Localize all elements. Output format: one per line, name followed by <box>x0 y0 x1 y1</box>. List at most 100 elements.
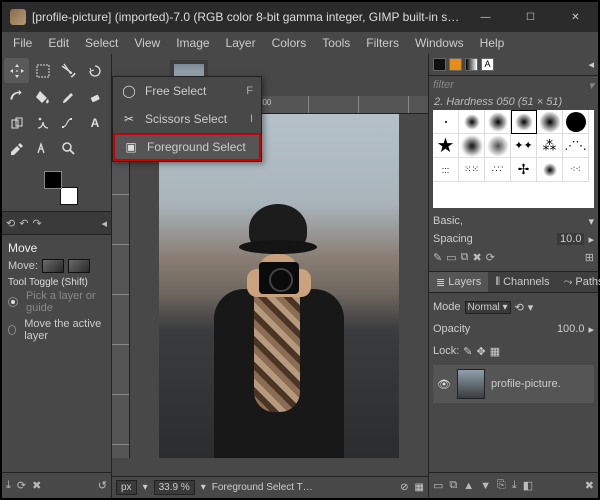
opt-pick-layer[interactable]: Pick a layer or guide <box>8 290 105 314</box>
restore-options-icon[interactable]: ⟳ <box>17 479 26 492</box>
layer-group-icon[interactable]: ⧉ <box>449 479 457 492</box>
brush-filter-field[interactable]: filter ▾ <box>429 76 598 94</box>
fg-color-swatch[interactable] <box>44 171 62 189</box>
menu-image[interactable]: Image <box>169 34 216 52</box>
brush-item[interactable]: ✢ <box>511 158 537 182</box>
color-picker-tool[interactable] <box>4 136 29 161</box>
fg-bg-color-widget[interactable] <box>44 171 78 205</box>
new-brush-icon[interactable]: ▭ <box>446 251 456 264</box>
lock-alpha-icon[interactable]: ▦ <box>490 345 500 358</box>
brush-item[interactable]: ⋰⋱ <box>563 134 589 158</box>
brush-item[interactable] <box>459 110 485 134</box>
reset-options-icon[interactable]: ↺ <box>98 479 107 492</box>
bg-color-swatch[interactable] <box>60 187 78 205</box>
del-brush-icon[interactable]: ✖ <box>472 251 481 264</box>
window-close-button[interactable]: ✕ <box>553 2 598 32</box>
brush-item[interactable] <box>459 134 485 158</box>
gradient-tab-icon[interactable] <box>465 58 478 71</box>
merge-down-icon[interactable]: ⤓ <box>512 479 517 492</box>
tab-menu-icon[interactable]: ◂ <box>101 217 107 230</box>
dup-layer-icon[interactable]: ⎘ <box>497 479 506 492</box>
tab-menu-icon[interactable]: ◂ <box>588 58 594 71</box>
brush-item[interactable] <box>511 110 537 134</box>
paintbrush-tool[interactable] <box>56 84 81 109</box>
submenu-foreground-select[interactable]: ▣Foreground Select <box>113 133 261 161</box>
edit-brush-icon[interactable]: ✎ <box>433 251 442 264</box>
opacity-value[interactable]: 100.0 <box>557 323 585 335</box>
brush-item[interactable] <box>485 134 511 158</box>
save-options-icon[interactable]: ⤓ <box>6 479 11 492</box>
brush-item[interactable]: ::: <box>433 158 459 182</box>
status-zoom[interactable]: 33.9 % <box>154 480 195 495</box>
refresh-brush-icon[interactable]: ⟳ <box>486 251 495 264</box>
cancel-icon[interactable]: ⊘ <box>400 482 408 493</box>
menu-layer[interactable]: Layer <box>219 34 263 52</box>
window-maximize-button[interactable]: ☐ <box>508 2 553 32</box>
brush-tab-icon[interactable] <box>433 58 446 71</box>
pattern-tab-icon[interactable] <box>449 58 462 71</box>
nav-icon[interactable]: ▦ <box>415 482 424 493</box>
crop-tool[interactable] <box>56 58 81 83</box>
flip-tool[interactable] <box>4 84 29 109</box>
menu-edit[interactable]: Edit <box>41 34 76 52</box>
tab-channels[interactable]: ⦀Channels <box>488 272 556 292</box>
rect-select-tool[interactable] <box>30 58 55 83</box>
clone-tool[interactable] <box>4 110 29 135</box>
undo-tab-icon[interactable]: ↶ <box>19 217 28 230</box>
brush-item[interactable]: ⁂ <box>537 134 563 158</box>
brush-basic-label[interactable]: Basic, <box>433 215 463 227</box>
tab-paths[interactable]: ⤳Paths <box>557 272 600 292</box>
spacing-value[interactable]: 10.0 <box>557 233 584 245</box>
smudge-tool[interactable] <box>30 110 55 135</box>
mode-select[interactable]: Normal ▾ <box>465 301 511 314</box>
eraser-tool[interactable] <box>82 84 107 109</box>
menu-colors[interactable]: Colors <box>265 34 314 52</box>
menu-file[interactable]: File <box>6 34 39 52</box>
measure-tool[interactable] <box>30 136 55 161</box>
menu-filters[interactable]: Filters <box>359 34 406 52</box>
submenu-scissors-select[interactable]: ✂Scissors SelectI <box>113 105 261 133</box>
brush-item[interactable] <box>563 110 589 134</box>
path-tool[interactable] <box>56 110 81 135</box>
visibility-eye-icon[interactable]: 👁 <box>437 378 451 391</box>
menu-tools[interactable]: Tools <box>315 34 357 52</box>
rotate-tool[interactable] <box>82 58 107 83</box>
redo-tab-icon[interactable]: ↷ <box>32 217 41 230</box>
font-tab-icon[interactable]: A <box>481 58 494 71</box>
delete-layer-icon[interactable]: ✖ <box>585 479 594 492</box>
submenu-free-select[interactable]: ◯Free SelectF <box>113 77 261 105</box>
dup-brush-icon[interactable]: ⧉ <box>461 251 469 264</box>
tab-layers[interactable]: ≣Layers <box>429 272 488 292</box>
brush-item[interactable]: ⁙⁙ <box>459 158 485 182</box>
mask-icon[interactable]: ◧ <box>523 479 533 492</box>
layer-row[interactable]: 👁 profile-picture. <box>433 365 594 403</box>
zoom-tool[interactable] <box>56 136 81 161</box>
history-tab-icon[interactable]: ⟲ <box>6 217 15 230</box>
brush-item[interactable] <box>433 110 459 134</box>
brush-item[interactable]: ∴∵ <box>485 158 511 182</box>
lock-position-icon[interactable]: ✥ <box>477 345 486 358</box>
menu-windows[interactable]: Windows <box>408 34 471 52</box>
brush-item[interactable] <box>485 110 511 134</box>
open-as-image-icon[interactable]: ⊞ <box>585 251 594 264</box>
brush-item[interactable] <box>537 158 563 182</box>
canvas[interactable] <box>130 114 428 458</box>
menu-help[interactable]: Help <box>473 34 512 52</box>
opt-move-active[interactable]: Move the active layer <box>8 318 105 342</box>
window-minimize-button[interactable]: — <box>463 2 508 32</box>
layer-name[interactable]: profile-picture. <box>491 378 561 390</box>
move-mode-swatch-2[interactable] <box>68 259 90 273</box>
move-tool[interactable] <box>4 58 29 83</box>
mode-reset-icon[interactable]: ⟲ <box>515 301 524 314</box>
new-layer-icon[interactable]: ▭ <box>433 479 443 492</box>
brush-item[interactable]: ✦✦ <box>511 134 537 158</box>
ruler-vertical[interactable] <box>112 114 130 458</box>
delete-options-icon[interactable]: ✖ <box>32 479 41 492</box>
raise-layer-icon[interactable]: ▲ <box>463 480 474 492</box>
lock-pixels-icon[interactable]: ✎ <box>463 345 472 358</box>
move-mode-swatch-1[interactable] <box>42 259 64 273</box>
brush-item[interactable]: ⁖⁖ <box>563 158 589 182</box>
menu-view[interactable]: View <box>127 34 167 52</box>
menu-select[interactable]: Select <box>78 34 125 52</box>
bucket-fill-tool[interactable] <box>30 84 55 109</box>
